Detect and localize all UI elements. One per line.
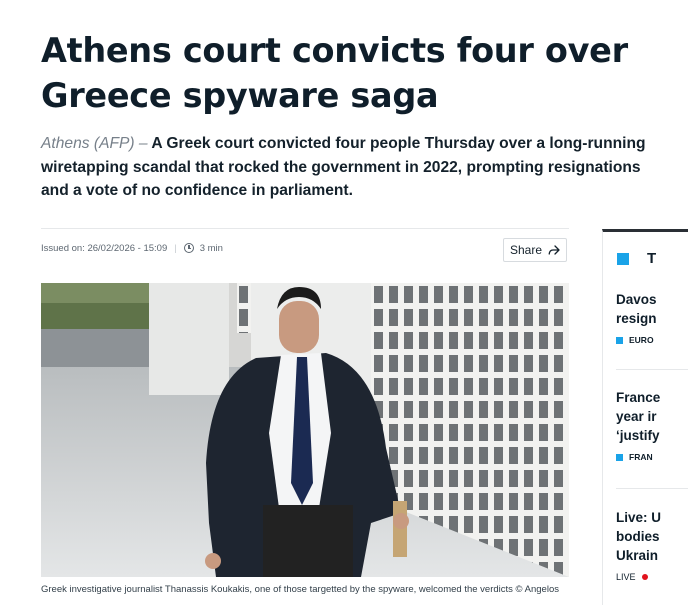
share-label: Share — [509, 243, 543, 257]
issued-date: Issued on: 26/02/2026 - 15:09 — [41, 242, 168, 254]
live-label: LIVE — [616, 572, 636, 582]
article-lede: Athens (AFP) – A Greek court convicted f… — [41, 132, 666, 203]
sidebar-item-tag[interactable]: FRAN — [616, 452, 688, 462]
headline-line: bodies — [616, 529, 660, 544]
headline-line: ‘justify — [616, 428, 660, 443]
dateline: Athens (AFP) – — [41, 135, 148, 152]
article-meta: Issued on: 26/02/2026 - 15:09 | 3 min — [41, 241, 223, 255]
sidebar-item-headline[interactable]: Davos resign — [616, 290, 688, 328]
share-button[interactable]: Share — [503, 238, 567, 262]
tag-label: FRAN — [629, 452, 653, 462]
live-tag[interactable]: LIVE — [616, 572, 688, 582]
section-marker-icon — [617, 253, 629, 265]
tag-label: EURO — [629, 335, 654, 345]
sidebar-divider — [616, 488, 688, 489]
sidebar-divider — [616, 369, 688, 370]
sidebar-title: T — [647, 250, 657, 267]
clock-icon — [183, 243, 194, 253]
photo-caption: Greek investigative journalist Thanassis… — [41, 584, 559, 595]
meta-divider — [41, 228, 569, 229]
headline-line: France — [616, 390, 661, 405]
read-time: 3 min — [199, 242, 223, 254]
headline-line: year ir — [616, 409, 657, 424]
sidebar-item-tag[interactable]: EURO — [616, 335, 688, 345]
meta-separator: | — [174, 242, 177, 254]
tag-square-icon — [616, 453, 623, 461]
article-headline: Athens court convicts four over Greece s… — [41, 31, 628, 115]
sidebar-item-headline[interactable]: France year ir ‘justify — [616, 388, 688, 445]
headline-line: Davos — [616, 292, 657, 307]
sidebar-item-headline[interactable]: Live: U bodies Ukrain — [616, 508, 688, 565]
tag-square-icon — [616, 336, 623, 344]
sidebar-item[interactable]: Live: U bodies Ukrain LIVE — [616, 508, 688, 582]
photo-illustration — [41, 283, 569, 577]
sidebar-item[interactable]: Davos resign EURO — [616, 290, 688, 345]
live-dot-icon — [641, 574, 648, 580]
sidebar-item[interactable]: France year ir ‘justify FRAN — [616, 388, 688, 462]
headline-line: Live: U — [616, 510, 662, 525]
headline-line: Ukrain — [616, 548, 659, 563]
trending-sidebar: T Davos resign EURO France year ir ‘justify… — [602, 229, 688, 605]
share-arrow-icon — [548, 245, 560, 255]
article-photo — [41, 283, 569, 577]
headline-line: resign — [616, 311, 657, 326]
